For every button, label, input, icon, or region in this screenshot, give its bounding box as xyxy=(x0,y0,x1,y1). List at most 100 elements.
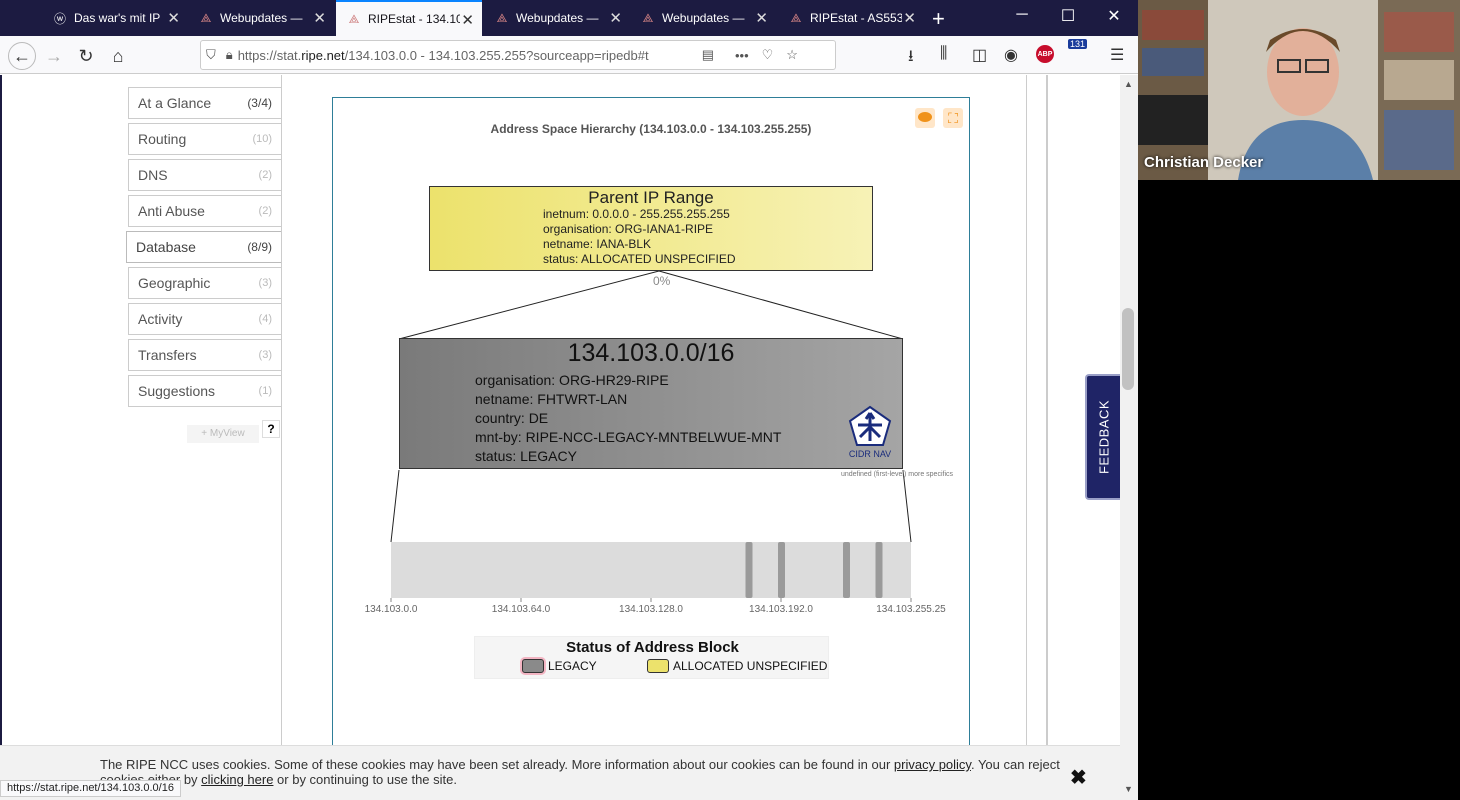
account-icon[interactable]: ◉ xyxy=(1004,45,1018,65)
scrollbar-thumb[interactable] xyxy=(1122,308,1134,390)
tab-1[interactable]: ⓦ Das war's mit IP ✕ xyxy=(42,0,188,36)
close-icon[interactable]: ✕ xyxy=(755,9,768,27)
more-specific-bar[interactable] xyxy=(778,542,785,598)
myview-button[interactable]: + MyView xyxy=(187,425,259,443)
menu-label: DNS xyxy=(138,167,168,183)
feedback-button[interactable]: FEEDBACK xyxy=(1085,374,1120,500)
menu-count: (3) xyxy=(258,349,272,361)
tab-4[interactable]: ⟁ Webupdates — ✕ xyxy=(484,0,630,36)
address-range-bar[interactable] xyxy=(391,542,911,598)
close-icon[interactable]: ✕ xyxy=(313,9,326,27)
parent-title: Parent IP Range xyxy=(588,188,714,207)
back-button[interactable]: ← xyxy=(8,42,36,70)
extension-badge[interactable]: 131 xyxy=(1068,39,1088,49)
scroll-down-arrow[interactable]: ▼ xyxy=(1124,784,1133,794)
close-icon[interactable]: ✕ xyxy=(461,11,474,29)
tab-label: Webupdates — xyxy=(516,11,599,25)
webcam-image xyxy=(1138,0,1460,180)
cookie-text-part: The RIPE NCC uses cookies. Some of these… xyxy=(100,757,894,772)
more-specific-bar[interactable] xyxy=(875,542,883,598)
ripe-icon: ⟁ xyxy=(642,10,654,25)
legend-item-legacy[interactable]: LEGACY xyxy=(522,659,597,673)
adblock-icon[interactable]: ABP xyxy=(1036,45,1054,63)
tab-5[interactable]: ⟁ Webupdates — ✕ xyxy=(630,0,776,36)
comment-icon[interactable] xyxy=(915,108,935,128)
menu-icon[interactable]: ☰ xyxy=(1110,45,1124,65)
reload-button[interactable]: ↻ xyxy=(72,42,100,70)
reader-view-icon[interactable]: ▤ xyxy=(702,47,714,63)
privacy-policy-link[interactable]: privacy policy xyxy=(894,757,971,772)
prefix-country: country: DE xyxy=(475,410,549,426)
scroll-up-arrow[interactable]: ▲ xyxy=(1124,79,1133,89)
minimize-button[interactable]: ─ xyxy=(1002,6,1042,24)
url-text[interactable]: https://stat.ripe.net/134.103.0.0 - 134.… xyxy=(238,48,688,63)
shield-icon[interactable]: ⛉ xyxy=(206,47,216,63)
more-specific-bar[interactable] xyxy=(843,542,850,598)
menu-item-activity[interactable]: Activity (4) xyxy=(128,303,282,335)
menu-item-geographic[interactable]: Geographic (3) xyxy=(128,267,282,299)
close-icon[interactable]: ✖ xyxy=(1070,765,1087,790)
menu-count: (10) xyxy=(252,133,272,145)
axis-tick-label: 134.103.128.0 xyxy=(619,604,683,615)
widget-title: Address Space Hierarchy (134.103.0.0 - 1… xyxy=(490,122,812,136)
sidebar-icon[interactable]: ◫ xyxy=(972,45,987,65)
library-icon[interactable]: ⫼ xyxy=(940,45,947,63)
legend-item-allocated[interactable]: ALLOCATED UNSPECIFIED xyxy=(647,659,827,673)
divider xyxy=(281,75,282,800)
close-icon[interactable]: ✕ xyxy=(167,9,180,27)
menu-label: Activity xyxy=(138,311,183,327)
parent-ip-range-box[interactable]: Parent IP Range inetnum: 0.0.0.0 - 255.2… xyxy=(429,186,873,271)
menu-item-routing[interactable]: Routing (10) xyxy=(128,123,282,155)
cidr-nav-button[interactable]: CIDR NAV xyxy=(848,405,892,465)
menu-label: Geographic xyxy=(138,275,211,291)
ripe-icon: ⟁ xyxy=(790,10,802,25)
lock-icon[interactable]: 🔒︎ xyxy=(226,47,233,63)
prefix-mntby: mnt-by: RIPE-NCC-LEGACY-MNTBELWUE-MNT xyxy=(475,429,782,445)
menu-count: (2) xyxy=(258,169,272,181)
menu-item-suggestions[interactable]: Suggestions (1) xyxy=(128,375,282,407)
menu-item-database[interactable]: Database (8/9) xyxy=(126,231,282,263)
participant-name: Christian Decker xyxy=(1144,154,1264,171)
ripe-icon: ⟁ xyxy=(348,11,360,26)
forward-button[interactable]: → xyxy=(40,42,68,70)
left-edge xyxy=(0,75,2,800)
clicking-here-link[interactable]: clicking here xyxy=(201,772,273,787)
current-prefix-box[interactable]: 134.103.0.0/16 organisation: ORG-HR29-RI… xyxy=(399,338,903,469)
legend-label: ALLOCATED UNSPECIFIED xyxy=(673,659,828,673)
menu-item-transfers[interactable]: Transfers (3) xyxy=(128,339,282,371)
tab-6[interactable]: ⟁ RIPEstat - AS553 ✕ xyxy=(778,0,924,36)
navigation-bar: ← → ↻ ⌂ ⛉ 🔒︎ https://stat.ripe.net/134.1… xyxy=(0,36,1138,74)
bookmark-star-icon[interactable]: ☆ xyxy=(786,47,798,63)
more-specifics-note: undefined (first-level) more specifics xyxy=(840,471,953,478)
menu-item-dns[interactable]: DNS (2) xyxy=(128,159,282,191)
help-button[interactable]: ? xyxy=(262,420,280,438)
maximize-button[interactable]: ☐ xyxy=(1048,6,1088,26)
cidr-nav-label: CIDR NAV xyxy=(848,449,892,459)
menu-item-anti-abuse[interactable]: Anti Abuse (2) xyxy=(128,195,282,227)
tab-label: Das war's mit IP xyxy=(74,11,161,25)
menu-count: (8/9) xyxy=(247,240,272,254)
connector-line xyxy=(902,469,912,543)
cidr-nav-icon xyxy=(848,405,892,446)
tab-2[interactable]: ⟁ Webupdates — ✕ xyxy=(188,0,334,36)
legend-label: LEGACY xyxy=(548,659,597,673)
more-icon[interactable]: ••• xyxy=(735,48,749,63)
download-icon[interactable]: ⭳ xyxy=(908,45,914,72)
tab-strip: ⓦ Das war's mit IP ✕ ⟁ Webupdates — ✕ ⟁ … xyxy=(0,0,1138,36)
more-specific-bar[interactable] xyxy=(745,542,753,598)
home-icon[interactable]: ⌂ xyxy=(104,42,132,70)
scrollbar[interactable] xyxy=(1120,75,1138,800)
close-icon[interactable]: ✕ xyxy=(609,9,622,27)
close-window-button[interactable]: ✕ xyxy=(1094,6,1134,26)
menu-item-at-a-glance[interactable]: At a Glance (3/4) xyxy=(128,87,282,119)
close-icon[interactable]: ✕ xyxy=(903,9,916,27)
axis-ticks: 134.103.0.0 134.103.64.0 134.103.128.0 134.… xyxy=(365,598,946,615)
tab-3-active[interactable]: ⟁ RIPEstat - 134.10 ✕ xyxy=(336,0,482,36)
pocket-icon[interactable]: ♡ xyxy=(762,47,774,63)
feedback-label: FEEDBACK xyxy=(1096,399,1111,475)
new-tab-button[interactable]: + xyxy=(932,6,945,32)
url-bar[interactable]: ⛉ 🔒︎ https://stat.ripe.net/134.103.0.0 -… xyxy=(200,40,836,70)
legend: Status of Address Block LEGACY ALLOCATED… xyxy=(474,636,829,679)
cookie-text-part: or by continuing to use the site. xyxy=(273,772,457,787)
fullscreen-icon[interactable]: ⛶ xyxy=(943,108,963,128)
